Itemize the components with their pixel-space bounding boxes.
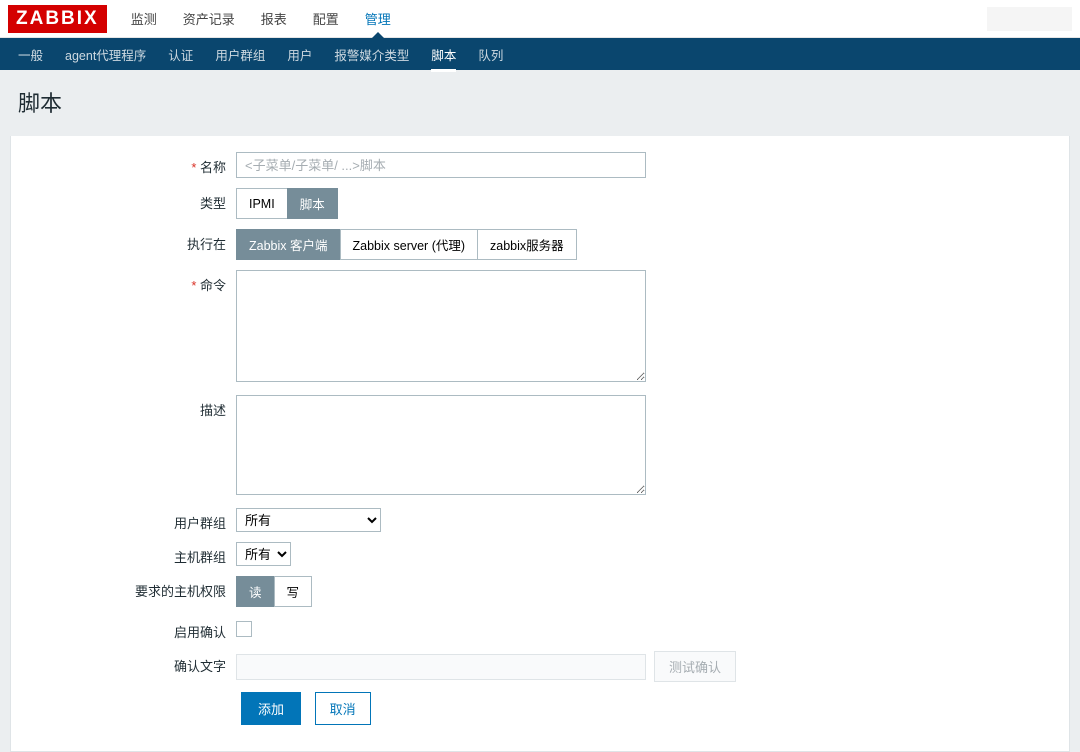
type-opt-script[interactable]: 脚本 — [287, 188, 338, 219]
subnav-queue[interactable]: 队列 — [468, 37, 513, 72]
subnav-users[interactable]: 用户 — [277, 37, 322, 72]
subnav-general[interactable]: 一般 — [8, 37, 53, 72]
name-input[interactable] — [236, 152, 646, 178]
global-search[interactable] — [987, 7, 1072, 31]
sub-nav: 一般 agent代理程序 认证 用户群组 用户 报警媒介类型 脚本 队列 — [0, 38, 1080, 70]
commands-textarea[interactable] — [236, 270, 646, 382]
nav-reports[interactable]: 报表 — [249, 0, 299, 37]
user-group-label: 用户群组 — [11, 508, 236, 532]
type-opt-ipmi[interactable]: IPMI — [236, 188, 288, 219]
add-button[interactable]: 添加 — [241, 692, 301, 725]
description-label: 描述 — [11, 395, 236, 419]
host-group-select[interactable]: 所有 — [236, 542, 291, 566]
topbar: ZABBIX 监测 资产记录 报表 配置 管理 — [0, 0, 1080, 38]
type-label: 类型 — [11, 188, 236, 212]
main-nav: 监测 资产记录 报表 配置 管理 — [119, 0, 403, 37]
enable-confirm-checkbox[interactable] — [236, 621, 252, 637]
confirm-text-label: 确认文字 — [11, 651, 236, 675]
nav-config[interactable]: 配置 — [301, 0, 351, 37]
nav-monitor[interactable]: 监测 — [119, 0, 169, 37]
exec-opt-proxy[interactable]: Zabbix server (代理) — [340, 229, 479, 260]
nav-admin[interactable]: 管理 — [353, 0, 403, 37]
form-panel: 名称 类型 IPMI 脚本 执行在 Zabbix 客户端 Zabbix serv… — [10, 136, 1070, 752]
subnav-user-groups[interactable]: 用户群组 — [205, 37, 275, 72]
host-group-label: 主机群组 — [11, 542, 236, 566]
execute-on-label: 执行在 — [11, 229, 236, 253]
exec-opt-server[interactable]: zabbix服务器 — [477, 229, 577, 260]
name-label: 名称 — [11, 152, 236, 176]
type-segmented: IPMI 脚本 — [236, 188, 338, 219]
nav-inventory[interactable]: 资产记录 — [171, 0, 247, 37]
subnav-media-types[interactable]: 报警媒介类型 — [324, 37, 419, 72]
host-perm-segmented: 读 写 — [236, 576, 312, 607]
page-title: 脚本 — [18, 86, 1062, 118]
logo[interactable]: ZABBIX — [8, 5, 107, 33]
confirm-text-input — [236, 654, 646, 680]
perm-read[interactable]: 读 — [236, 576, 275, 607]
subnav-auth[interactable]: 认证 — [158, 37, 203, 72]
commands-label: 命令 — [11, 270, 236, 294]
test-confirm-button: 测试确认 — [654, 651, 736, 682]
perm-write[interactable]: 写 — [274, 576, 313, 607]
user-group-select[interactable]: 所有 — [236, 508, 381, 532]
description-textarea[interactable] — [236, 395, 646, 495]
title-bar: 脚本 — [0, 70, 1080, 136]
cancel-button[interactable]: 取消 — [315, 692, 371, 725]
subnav-agents[interactable]: agent代理程序 — [55, 37, 156, 72]
subnav-scripts[interactable]: 脚本 — [421, 37, 466, 72]
execute-on-segmented: Zabbix 客户端 Zabbix server (代理) zabbix服务器 — [236, 229, 577, 260]
host-perm-label: 要求的主机权限 — [11, 576, 236, 600]
exec-opt-agent[interactable]: Zabbix 客户端 — [236, 229, 341, 260]
enable-confirm-label: 启用确认 — [11, 617, 236, 641]
